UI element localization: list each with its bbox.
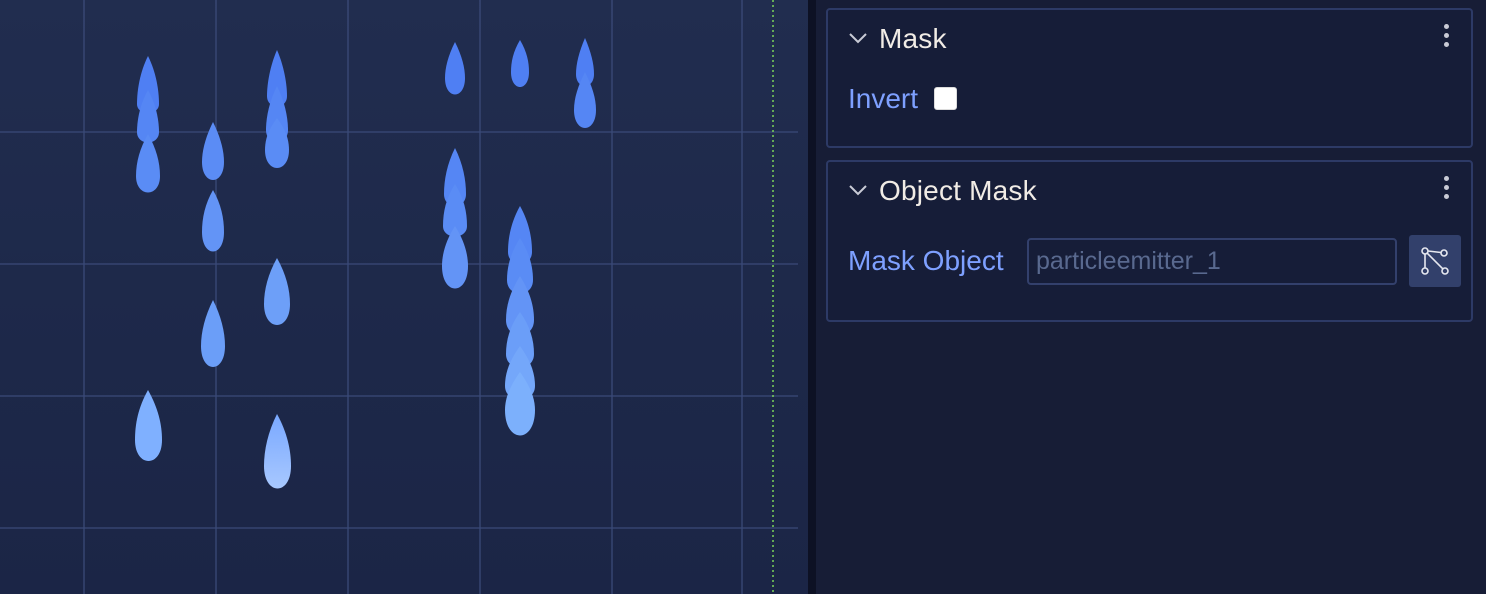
- mask-object-field[interactable]: [1027, 238, 1397, 285]
- mask-section-title: Mask: [879, 23, 947, 54]
- more-options-icon[interactable]: [1441, 24, 1451, 54]
- mask-section: Mask Invert: [826, 8, 1473, 148]
- particle: [445, 42, 465, 95]
- panel-splitter[interactable]: [808, 0, 816, 594]
- node-graph-icon: [1421, 247, 1449, 275]
- mask-object-label: Mask Object: [848, 245, 1004, 276]
- node-picker-button[interactable]: [1409, 235, 1461, 287]
- particle: [264, 258, 290, 325]
- invert-label: Invert: [848, 83, 919, 114]
- inspector-panel: Mask Invert Object Mask Mask Object: [816, 0, 1486, 594]
- object-mask-section-header[interactable]: Object Mask: [828, 162, 1471, 220]
- object-mask-section: Object Mask Mask Object: [826, 160, 1473, 322]
- particles: [135, 38, 596, 489]
- particle: [511, 40, 529, 87]
- particle: [201, 300, 225, 367]
- grid: [0, 0, 798, 594]
- mask-section-header[interactable]: Mask: [828, 10, 1471, 68]
- viewport-canvas[interactable]: [0, 0, 808, 594]
- particle: [135, 390, 162, 461]
- more-options-icon[interactable]: [1441, 176, 1451, 206]
- particle: [442, 226, 468, 289]
- particle: [264, 414, 291, 489]
- app-window: Mask Invert Object Mask Mask Object: [0, 0, 1486, 594]
- particle: [202, 122, 224, 180]
- particle-viewport[interactable]: [0, 0, 808, 594]
- object-mask-section-title: Object Mask: [879, 175, 1037, 206]
- chevron-down-icon[interactable]: [848, 31, 868, 45]
- invert-checkbox[interactable]: [934, 87, 957, 110]
- particle: [136, 134, 160, 193]
- chevron-down-icon[interactable]: [848, 183, 868, 197]
- particle: [202, 190, 224, 252]
